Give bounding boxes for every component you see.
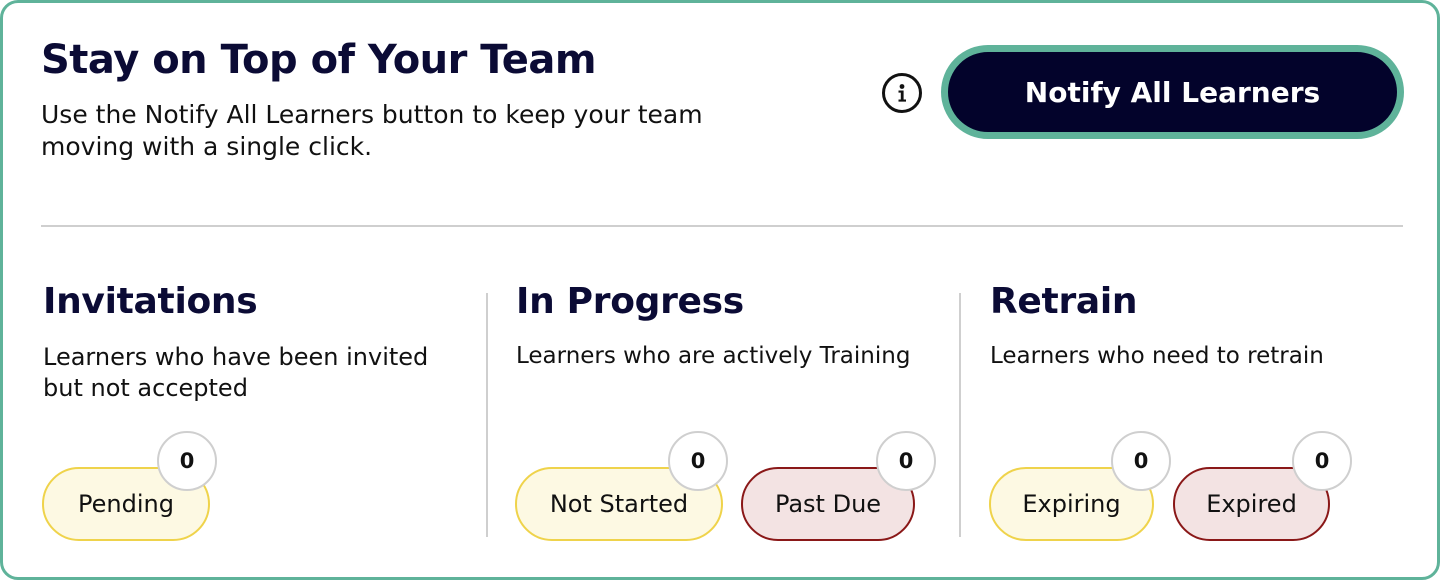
info-icon[interactable]: [882, 73, 922, 113]
status-pill-label: Expiring: [1022, 490, 1121, 518]
section-desc-retrain: Learners who need to retrain: [990, 343, 1324, 369]
section-separator: [486, 293, 488, 537]
status-pill-label: Past Due: [774, 490, 882, 518]
page-title: Stay on Top of Your Team: [41, 37, 597, 83]
section-title-retrain: Retrain: [990, 281, 1138, 322]
count-badge-not-started: 0: [668, 431, 728, 491]
header-divider: [41, 225, 1403, 227]
count-badge-expired: 0: [1292, 431, 1352, 491]
page-subtitle: Use the Notify All Learners button to ke…: [41, 100, 703, 161]
status-pill-label: Pending: [78, 490, 174, 518]
section-desc-in-progress: Learners who are actively Training: [516, 343, 911, 369]
count-badge-pending: 0: [157, 431, 217, 491]
notify-all-learners-button[interactable]: Notify All Learners: [941, 45, 1404, 139]
section-separator: [959, 293, 961, 537]
info-glyph-icon: [898, 84, 906, 102]
status-pill-label: Expired: [1206, 490, 1297, 518]
section-title-in-progress: In Progress: [516, 281, 744, 322]
section-title-invitations: Invitations: [43, 281, 258, 322]
status-pill-label: Not Started: [549, 490, 689, 518]
count-badge-past-due: 0: [876, 431, 936, 491]
section-desc-invitations: Learners who have been invited but not a…: [43, 343, 429, 402]
count-badge-expiring: 0: [1111, 431, 1171, 491]
team-status-card: Stay on Top of Your Team Use the Notify …: [0, 0, 1440, 580]
